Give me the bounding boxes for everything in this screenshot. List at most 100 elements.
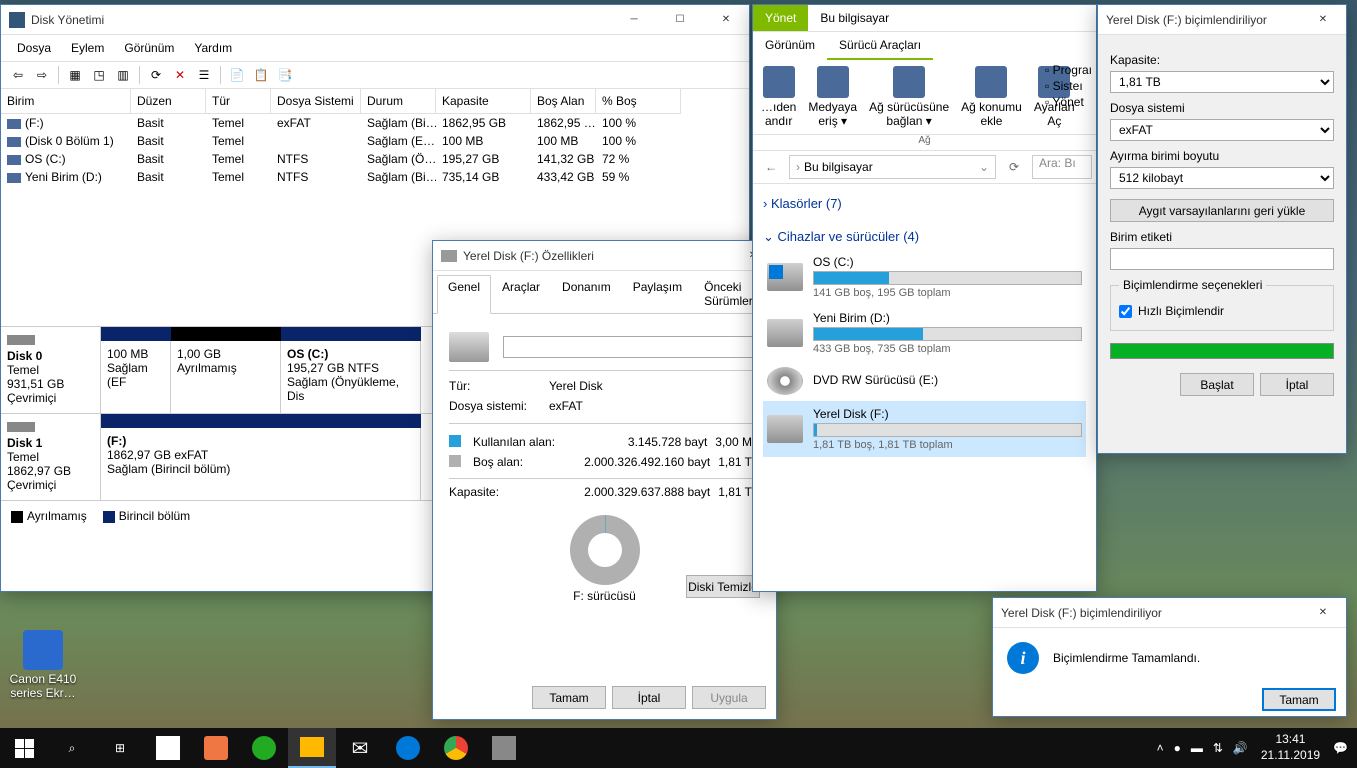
- minimize-button[interactable]: ─: [611, 5, 657, 35]
- back-button[interactable]: ←: [757, 155, 785, 179]
- tb-icon[interactable]: 📋: [250, 64, 272, 86]
- tb-icon[interactable]: ◳: [88, 64, 110, 86]
- drive-item[interactable]: Yeni Birim (D:)433 GB boş, 735 GB toplam: [763, 305, 1086, 361]
- tab-donanım[interactable]: Donanım: [551, 275, 622, 313]
- partition[interactable]: OS (C:)195,27 GB NTFSSağlam (Önyükleme, …: [281, 341, 421, 413]
- tb-icon[interactable]: 📄: [226, 64, 248, 86]
- taskbar-edge[interactable]: [384, 728, 432, 768]
- start-button[interactable]: [0, 728, 48, 768]
- maximize-button[interactable]: ☐: [657, 5, 703, 35]
- ribbon-side-button[interactable]: ▫ Prograı: [1045, 62, 1092, 78]
- dialog-title: Yerel Disk (F:) Özellikleri: [463, 249, 730, 263]
- ribbon-button[interactable]: Ağ konumu ekle: [957, 64, 1026, 130]
- window-title: Disk Yönetimi: [31, 13, 611, 27]
- tray-icon[interactable]: ●: [1169, 741, 1186, 755]
- titlebar[interactable]: Disk Yönetimi ─ ☐ ✕: [1, 5, 749, 35]
- disk-cleanup-button[interactable]: Diski Temizle: [686, 575, 760, 598]
- start-button[interactable]: Başlat: [1180, 373, 1254, 396]
- col-pct[interactable]: % Boş: [596, 89, 681, 114]
- desktop-shortcut[interactable]: Canon E410 series Ekr…: [8, 630, 78, 700]
- ribbon-side-button[interactable]: ▫ Yönet: [1045, 94, 1092, 110]
- ribbon-tab-drive-tools[interactable]: Sürücü Araçları: [827, 32, 933, 60]
- volume-list[interactable]: (F:)BasitTemelexFATSağlam (Bi…1862,95 GB…: [1, 114, 749, 186]
- capacity-select[interactable]: 1,81 TB: [1110, 71, 1334, 93]
- tb-icon[interactable]: ▦: [64, 64, 86, 86]
- taskbar-app[interactable]: [480, 728, 528, 768]
- refresh-icon[interactable]: ⟳: [145, 64, 167, 86]
- ribbon-context-tab[interactable]: Yönet: [753, 5, 808, 31]
- volume-row[interactable]: Yeni Birim (D:)BasitTemelNTFSSağlam (Bi……: [1, 168, 749, 186]
- cancel-button[interactable]: İptal: [612, 686, 686, 709]
- col-volume[interactable]: Birim: [1, 89, 131, 114]
- menu-file[interactable]: Dosya: [7, 37, 61, 59]
- volume-label-input[interactable]: [1110, 248, 1334, 270]
- ok-button[interactable]: Tamam: [532, 686, 606, 709]
- taskbar-app[interactable]: [144, 728, 192, 768]
- titlebar[interactable]: Yerel Disk (F:) Özellikleri ✕: [433, 241, 776, 271]
- partition[interactable]: (F:)1862,97 GB exFATSağlam (Birincil böl…: [101, 428, 421, 500]
- tab-paylaşım[interactable]: Paylaşım: [622, 275, 693, 313]
- volume-row[interactable]: (F:)BasitTemelexFATSağlam (Bi…1862,95 GB…: [1, 114, 749, 132]
- notifications-icon[interactable]: 💬: [1328, 741, 1353, 755]
- drive-item[interactable]: DVD RW Sürücüsü (E:): [763, 361, 1086, 401]
- close-button[interactable]: ✕: [1300, 598, 1346, 628]
- tb-icon[interactable]: ▥: [112, 64, 134, 86]
- folders-group[interactable]: Klasörler (7): [763, 192, 1086, 215]
- forward-icon[interactable]: ⇨: [31, 64, 53, 86]
- volume-row[interactable]: (Disk 0 Bölüm 1)BasitTemelSağlam (E…100 …: [1, 132, 749, 150]
- partition[interactable]: 100 MBSağlam (EF: [101, 341, 171, 413]
- tab-genel[interactable]: Genel: [437, 275, 491, 314]
- taskbar-chrome[interactable]: [432, 728, 480, 768]
- close-button[interactable]: ✕: [703, 5, 749, 35]
- tray-volume-icon[interactable]: 🔊: [1228, 741, 1253, 755]
- taskbar-app[interactable]: [192, 728, 240, 768]
- search-input[interactable]: Ara: Bı: [1032, 155, 1092, 179]
- col-layout[interactable]: Düzen: [131, 89, 206, 114]
- col-type[interactable]: Tür: [206, 89, 271, 114]
- devices-group[interactable]: Cihazlar ve sürücüler (4): [763, 225, 1086, 249]
- allocation-select[interactable]: 512 kilobayt: [1110, 167, 1334, 189]
- col-fs[interactable]: Dosya Sistemi: [271, 89, 361, 114]
- task-view-button[interactable]: ⊞: [96, 728, 144, 768]
- address-bar[interactable]: › Bu bilgisayar ⌄: [789, 155, 996, 179]
- col-free[interactable]: Boş Alan: [531, 89, 596, 114]
- ribbon-button[interactable]: Ağ sürücüsüne bağlan ▾: [865, 64, 953, 130]
- tray-chevron-icon[interactable]: ˄: [1152, 741, 1169, 755]
- tab-araçlar[interactable]: Araçlar: [491, 275, 551, 313]
- menu-view[interactable]: Görünüm: [114, 37, 184, 59]
- drive-item[interactable]: OS (C:)141 GB boş, 195 GB toplam: [763, 249, 1086, 305]
- ribbon-tab-view[interactable]: Görünüm: [753, 32, 827, 60]
- printer-icon: [23, 630, 63, 670]
- tb-icon[interactable]: 📑: [274, 64, 296, 86]
- col-capacity[interactable]: Kapasite: [436, 89, 531, 114]
- tray-battery-icon[interactable]: ▬: [1186, 741, 1208, 755]
- search-button[interactable]: ⌕: [48, 728, 96, 768]
- refresh-button[interactable]: ⟳: [1000, 155, 1028, 179]
- volume-label-input[interactable]: [503, 336, 760, 358]
- cancel-button[interactable]: İptal: [1260, 373, 1334, 396]
- apply-button[interactable]: Uygula: [692, 686, 766, 709]
- back-icon[interactable]: ⇦: [7, 64, 29, 86]
- menu-action[interactable]: Eylem: [61, 37, 114, 59]
- taskbar-clock[interactable]: 13:41 21.11.2019: [1253, 732, 1328, 763]
- restore-defaults-button[interactable]: Aygıt varsayılanlarını geri yükle: [1110, 199, 1334, 222]
- quick-format-checkbox[interactable]: Hızlı Biçimlendir: [1119, 304, 1325, 318]
- drive-item[interactable]: Yerel Disk (F:)1,81 TB boş, 1,81 TB topl…: [763, 401, 1086, 457]
- taskbar-mail[interactable]: ✉: [336, 728, 384, 768]
- ribbon-side-button[interactable]: ▫ Sisteı: [1045, 78, 1092, 94]
- menu-help[interactable]: Yardım: [184, 37, 242, 59]
- tray-wifi-icon[interactable]: ⇅: [1208, 741, 1228, 755]
- filesystem-select[interactable]: exFAT: [1110, 119, 1334, 141]
- volume-row[interactable]: OS (C:)BasitTemelNTFSSağlam (Ö…195,27 GB…: [1, 150, 749, 168]
- ribbon-button[interactable]: Medyaya eriş ▾: [804, 64, 861, 130]
- taskbar-file-explorer[interactable]: [288, 728, 336, 768]
- delete-icon[interactable]: ✕: [169, 64, 191, 86]
- ok-button[interactable]: Tamam: [1262, 688, 1336, 711]
- properties-icon[interactable]: ☰: [193, 64, 215, 86]
- ribbon-tab-computer[interactable]: Bu bilgisayar: [808, 5, 901, 31]
- close-button[interactable]: ✕: [1300, 5, 1346, 35]
- ribbon-button[interactable]: …ıden andır: [757, 64, 800, 130]
- taskbar-app[interactable]: [240, 728, 288, 768]
- col-status[interactable]: Durum: [361, 89, 436, 114]
- partition[interactable]: 1,00 GBAyrılmamış: [171, 341, 281, 413]
